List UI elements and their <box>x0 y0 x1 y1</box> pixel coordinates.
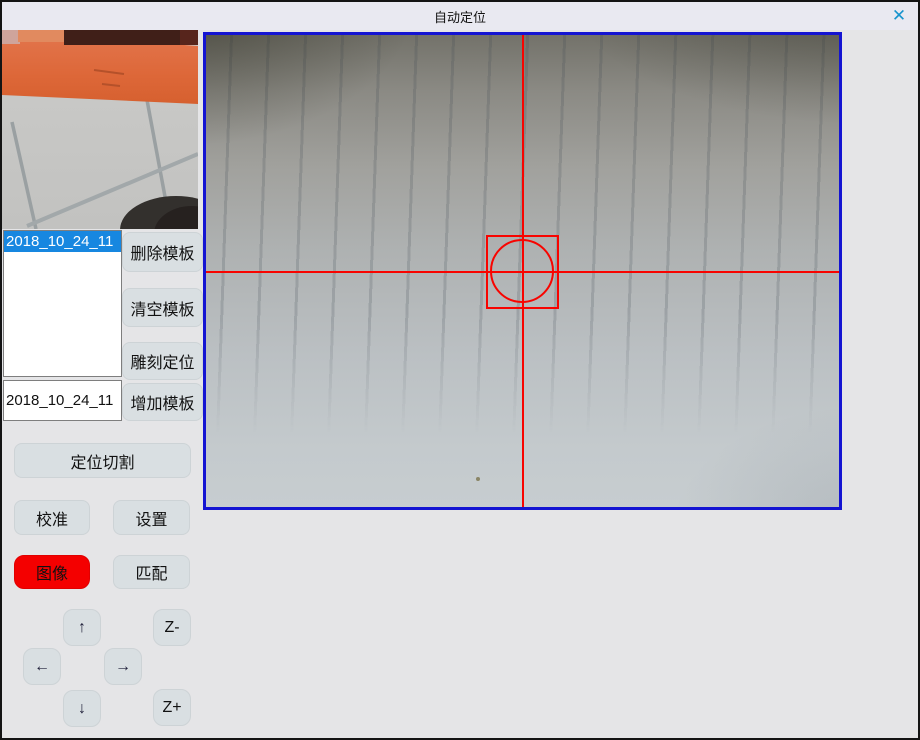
template-thumbnail-image <box>2 30 198 229</box>
jog-right-button[interactable]: → <box>104 648 142 685</box>
arrow-up-icon: ↑ <box>78 619 86 637</box>
delete-template-button[interactable]: 删除模板 <box>122 232 203 272</box>
jog-down-button[interactable]: ↓ <box>63 690 101 727</box>
arrow-right-icon: → <box>115 658 131 676</box>
close-icon[interactable]: ✕ <box>888 5 910 27</box>
jog-up-button[interactable]: ↑ <box>63 609 101 646</box>
auto-position-dialog: 自动定位 ✕ <box>0 0 920 740</box>
jog-z-minus-button[interactable]: Z- <box>153 609 191 646</box>
add-template-button[interactable]: 增加模板 <box>122 383 203 421</box>
template-thumbnail <box>2 30 198 229</box>
engrave-position-button[interactable]: 雕刻定位 <box>122 342 203 380</box>
roi-circle-marker <box>490 239 554 303</box>
window-title: 自动定位 <box>434 7 486 26</box>
match-button[interactable]: 匹配 <box>113 555 190 589</box>
settings-button[interactable]: 设置 <box>113 500 190 535</box>
clear-templates-button[interactable]: 清空模板 <box>122 288 203 327</box>
template-list[interactable]: 2018_10_24_11 <box>3 230 122 377</box>
arrow-left-icon: ← <box>34 658 50 676</box>
image-button-active[interactable]: 图像 <box>14 555 90 589</box>
camera-view[interactable] <box>203 32 842 510</box>
template-list-item[interactable]: 2018_10_24_11 <box>4 231 121 252</box>
arrow-down-icon: ↓ <box>78 700 86 718</box>
jog-left-button[interactable]: ← <box>23 648 61 685</box>
calibrate-button[interactable]: 校准 <box>14 500 90 535</box>
title-bar: 自动定位 ✕ <box>2 2 918 30</box>
camera-speck <box>476 477 480 481</box>
template-name-field[interactable] <box>3 380 122 421</box>
position-cut-button[interactable]: 定位切割 <box>14 443 191 478</box>
jog-z-plus-button[interactable]: Z+ <box>153 689 191 726</box>
